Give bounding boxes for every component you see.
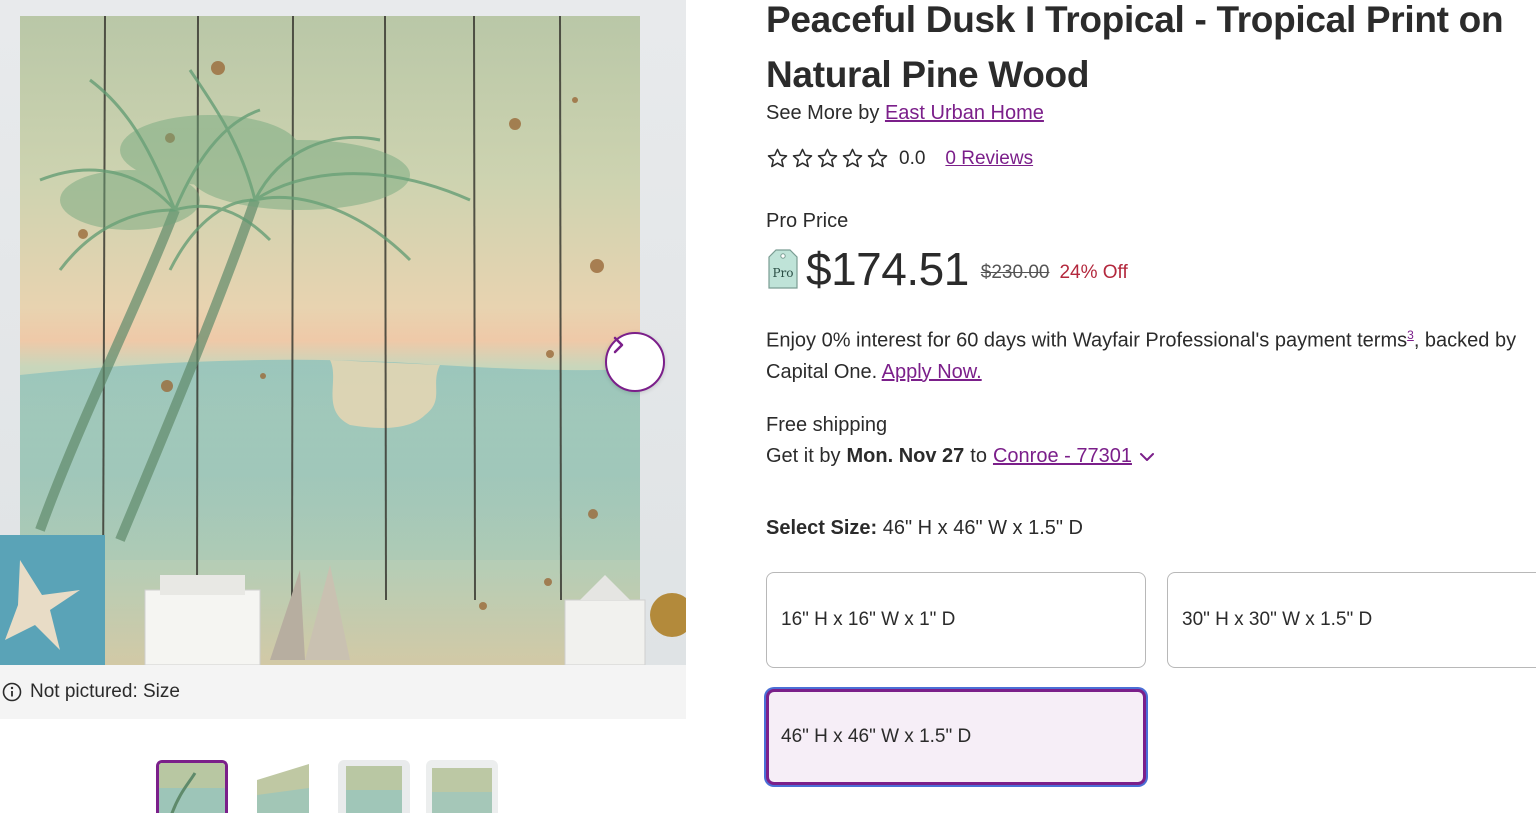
star-outline-icon [867,148,888,168]
thumbnail-2[interactable] [253,760,325,813]
thumbnail-4[interactable] [426,760,498,813]
pro-tag-icon: Pro [768,249,798,289]
select-size-label: Select Size: 46" H x 46" W x 1.5" D [766,517,1083,540]
product-details: Peaceful Dusk I Tropical - Tropical Prin… [766,0,1536,813]
financing-text-1: Enjoy 0% interest for 60 days with Wayfa… [766,329,1408,352]
size-option-46x46[interactable]: 46" H x 46" W x 1.5" D [766,689,1146,785]
size-option-label: 30" H x 30" W x 1.5" D [1182,609,1373,630]
brand-link[interactable]: East Urban Home [885,102,1044,124]
sale-price: $174.51 [806,243,969,295]
pro-badge-text: Pro [772,266,793,280]
star-rating[interactable] [766,147,889,170]
star-outline-icon [817,148,838,168]
info-circle-icon [2,682,22,702]
star-outline-icon [767,148,788,168]
delivery-date: Mon. Nov 27 [846,445,965,467]
free-shipping: Free shipping [766,414,888,436]
product-main-image[interactable] [0,0,686,665]
product-media: Not pictured: Size [0,0,686,813]
thumbnail-image [338,760,410,813]
thumbnail-3[interactable] [338,760,410,813]
rating-value: 0.0 [899,147,926,169]
select-size-heading: Select Size: [766,517,878,539]
financing-text-3: Capital One. [766,360,878,383]
star-outline-icon [842,148,863,168]
thumbnail-image [159,763,225,813]
star-outline-icon [792,148,813,168]
palm-tree-wood-print-image [0,15,686,665]
size-option-label: 46" H x 46" W x 1.5" D [781,726,972,747]
size-option-label: 16" H x 16" W x 1" D [781,609,956,630]
location-link[interactable]: Conroe - 77301 [993,445,1132,468]
product-title-line-1: Peaceful Dusk I Tropical - Tropical Prin… [766,0,1504,40]
next-image-button[interactable] [605,332,665,392]
thumbnail-image [257,764,309,813]
size-option-30x30[interactable]: 30" H x 30" W x 1.5" D [1167,572,1536,668]
see-more-by: See More by East Urban Home [766,102,1044,125]
financing-text-2: , backed by [1413,329,1517,352]
get-it-by-text: Get it by [766,445,841,467]
original-price: $230.00 [980,262,1050,283]
rating-row: 0.0 0 Reviews [766,147,1033,170]
product-title: Peaceful Dusk I Tropical - Tropical Prin… [766,0,1536,102]
pro-price-label: Pro Price [766,210,849,232]
thumbnail-1[interactable] [156,760,228,813]
financing-footnote-link[interactable]: 3 [1407,328,1414,342]
see-more-prefix: See More by [766,102,880,124]
to-text: to [970,445,987,467]
delivery-estimate: Get it by Mon. Nov 27 to Conroe - 77301 [766,445,1156,468]
not-pictured-text: Not pictured: Size [30,681,180,702]
reviews-link[interactable]: 0 Reviews [945,148,1033,170]
discount-percent: 24% Off [1059,262,1128,283]
financing-info: Enjoy 0% interest for 60 days with Wayfa… [766,320,1536,388]
chevron-right-icon [613,336,624,354]
not-pictured-note: Not pictured: Size [0,665,686,719]
thumbnail-image [426,760,498,813]
chevron-down-icon[interactable] [1138,448,1156,466]
size-option-16x16[interactable]: 16" H x 16" W x 1" D [766,572,1146,668]
apply-now-link[interactable]: Apply Now. [882,361,982,383]
product-title-line-2: Natural Pine Wood [766,54,1090,95]
price-row: Pro $174.51 $230.00 24% Off [766,243,1128,295]
selected-size-value: 46" H x 46" W x 1.5" D [882,517,1083,539]
